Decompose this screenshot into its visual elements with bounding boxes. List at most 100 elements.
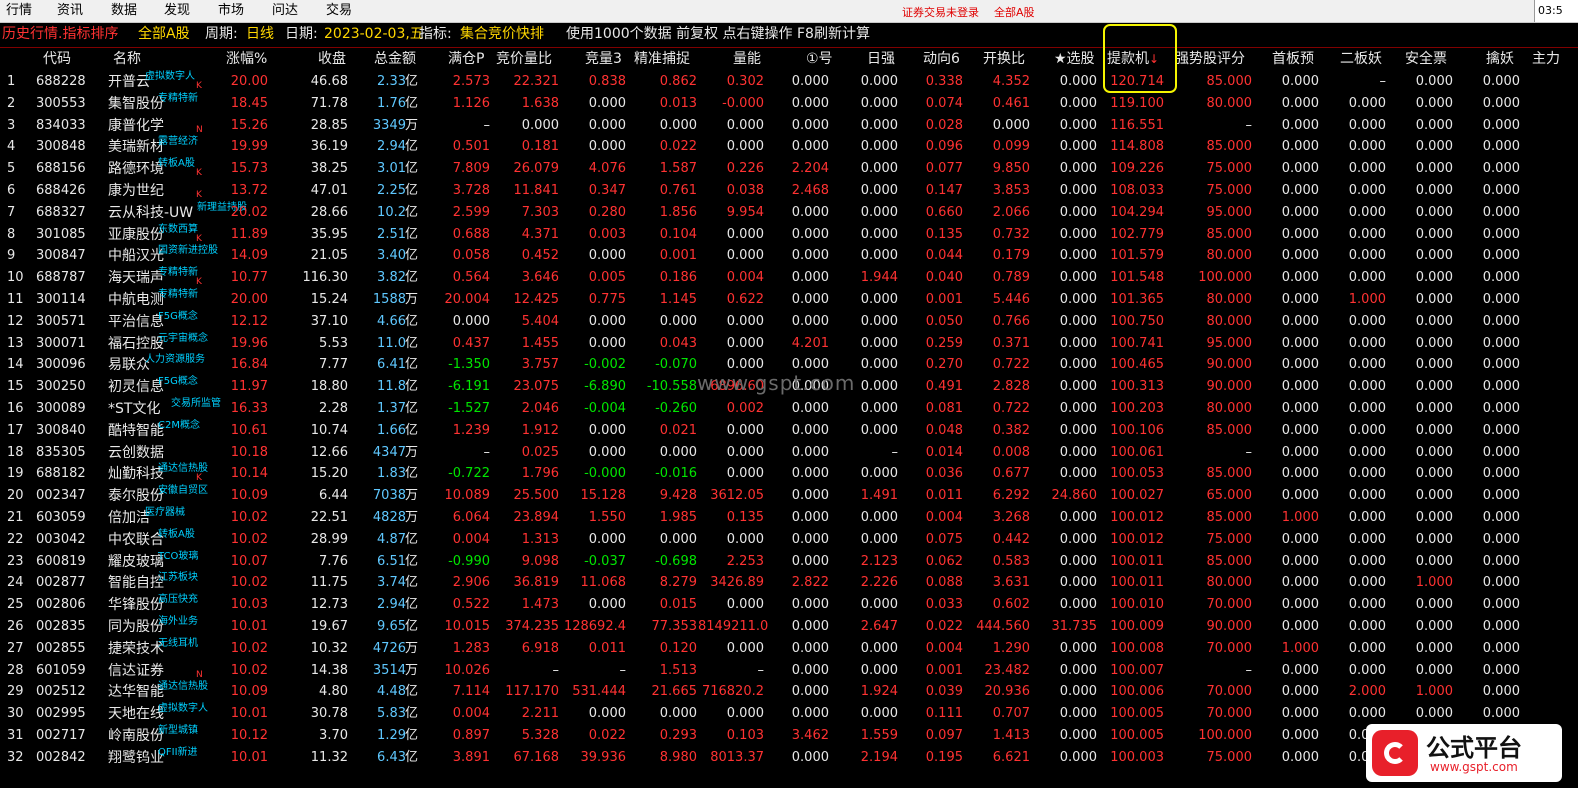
table-row[interactable]: 22 003042 中农联合 转板A股 10.02 28.99 4.87 亿 0.004 1.31… <box>0 529 1540 551</box>
concept-tag: TCO玻璃 <box>158 550 199 562</box>
col-shouban[interactable]: 首板预 <box>1272 48 1314 71</box>
table-row[interactable]: 23 600819 耀皮玻璃 TCO玻璃 10.07 7.76 6.51 亿 -0.990 9.0… <box>0 551 1540 573</box>
col-jl3[interactable]: 竞量3 <box>585 48 622 71</box>
cell-jzbz: 1.856 <box>659 204 697 220</box>
table-row[interactable]: 25 002806 华锋股份 高压快充 10.03 12.73 2.94 亿 0.522 1.47… <box>0 594 1540 616</box>
cell-jl3: 0.000 <box>588 139 626 155</box>
table-row[interactable]: 5 688156 路德环境 转板A股 K 15.73 38.25 3.01 亿 7.809 26.0… <box>0 158 1540 180</box>
col-qinyao[interactable]: 擒妖 <box>1486 48 1514 71</box>
col-amount[interactable]: 总金额 <box>374 48 416 71</box>
col-jzbz[interactable]: 精准捕捉 <box>634 48 690 71</box>
table-row[interactable]: 28 601059 信达证券 N 10.02 14.38 3514 万 10.026– –1.51… <box>0 660 1540 682</box>
cell-jjlb: 2.046 <box>521 401 559 416</box>
close-price: 21.05 <box>310 248 348 264</box>
table-row[interactable]: 29 002512 达华智能 通达信热股 10.09 4.80 4.48 亿 7.114 117.… <box>0 681 1540 703</box>
date-value[interactable]: 2023-02-03,五 <box>324 23 424 45</box>
col-name[interactable]: 名称 <box>113 48 141 71</box>
menu-item-faxian[interactable]: 发现 <box>164 3 190 19</box>
col-zhuli[interactable]: 主力 <box>1532 48 1560 71</box>
col-jjlb[interactable]: 竞价量比 <box>496 48 552 71</box>
cell-mcp: -0.990 <box>448 553 490 569</box>
concept-tag: 通达信热股 <box>158 463 208 475</box>
cell-rq: 0.000 <box>860 510 898 525</box>
cell-sbp: 0.000 <box>1281 161 1319 177</box>
menu-item-zixun[interactable]: 资讯 <box>57 3 83 19</box>
table-row[interactable]: 17 300840 酷特智能 C2M概念 10.61 10.74 1.66 亿 1.239 1.9… <box>0 420 1540 442</box>
table-row[interactable]: 31 002717 岭南股份 新型城镇 10.12 3.70 1.29 亿 0.897 5.328… <box>0 725 1540 747</box>
view-mode[interactable]: 历史行情.指标排序 <box>2 23 118 45</box>
cell-xg: 0.000 <box>1059 139 1097 155</box>
table-row[interactable]: 10 688787 海天瑞声 专精特新 K 10.77 116.30 3.82 亿 0.564 3.… <box>0 267 1540 289</box>
table-row[interactable]: 9 300847 中船汉光 国资新进控股 14.09 21.05 3.40 亿 0.058 0.4… <box>0 245 1540 267</box>
cell-mcp: -6.191 <box>448 379 490 395</box>
table-row[interactable]: 26 002835 同为股份 海外业务 10.01 19.67 9.65 亿 10.015 374… <box>0 616 1540 638</box>
table-row[interactable]: 19 688182 灿勤科技 通达信热股 K 10.14 15.20 1.83 亿 -0.722 1… <box>0 463 1540 485</box>
table-row[interactable]: 8 301085 亚康股份 东数西算 K 11.89 35.95 2.51 亿 0.688 4.37… <box>0 224 1540 246</box>
table-row[interactable]: 20 002347 泰尔股份 安徽自贸区 10.09 6.44 7038 万 10.089 25.… <box>0 485 1540 507</box>
row-index: 5 <box>7 161 16 177</box>
col-anquan[interactable]: 安全票 <box>1405 48 1447 71</box>
col-kaihuanbi[interactable]: 开换比 <box>983 48 1025 71</box>
table-row[interactable]: 3 834033 康普化学 N 15.26 28.85 3349 万 –0.000 0.000 0.… <box>0 115 1540 137</box>
cell-xg: 0.000 <box>1059 444 1097 460</box>
cell-xg: 0.000 <box>1059 74 1097 89</box>
cell-jzbz: 0.022 <box>659 139 697 155</box>
table-row[interactable]: 1 688228 开普云 虚拟数字人 K 20.00 46.68 2.33 亿 2.573 22.3… <box>0 71 1540 93</box>
col-no1[interactable]: ①号 <box>806 48 833 71</box>
col-liangneng[interactable]: 量能 <box>733 48 761 71</box>
col-change[interactable]: 涨幅% <box>226 48 267 71</box>
cell-jl3: -6.890 <box>584 379 626 395</box>
cell-tkj: 100.009 <box>1110 619 1164 634</box>
period-value[interactable]: 日线 <box>246 23 274 45</box>
table-row[interactable]: 24 002877 智能自控 江苏板块 10.02 11.75 3.74 亿 2.906 36.8… <box>0 572 1540 594</box>
concept-tag: 新型城镇 <box>158 725 198 736</box>
col-tikuanji[interactable]: 提款机↓ <box>1107 48 1159 71</box>
cell-jl3: 0.000 <box>588 444 626 460</box>
cell-dx6: 0.039 <box>925 684 963 700</box>
col-mancang[interactable]: 满仓P <box>448 48 484 71</box>
cell-n1: 0.000 <box>791 662 829 678</box>
table-row[interactable]: 18 835305 云创数据 10.18 12.66 4347 万 – 0.025 0.000 0.… <box>0 442 1540 464</box>
table-row[interactable]: 4 300848 美瑞新材 露营经济 19.99 36.19 2.94 亿 0.501 0.181… <box>0 136 1540 158</box>
cell-khb: 0.461 <box>992 95 1030 111</box>
menu-item-hangqing[interactable]: 行情 <box>6 3 32 19</box>
cell-mcp: 2.599 <box>452 204 490 220</box>
close-price: 12.73 <box>310 597 348 613</box>
change-pct: 10.09 <box>230 684 268 700</box>
cell-mcp: -1.527 <box>448 401 490 416</box>
table-row[interactable]: 12 300571 平治信息 F5G概念 12.12 37.10 4.66 亿 0.000 5.4… <box>0 311 1540 333</box>
table-row[interactable]: 7 688327 云从科技-UW 新理益持股 20.02 28.66 10.2 亿 2.599 7… <box>0 202 1540 224</box>
cell-khb: 0.583 <box>992 553 1030 569</box>
col-dongxiang6[interactable]: 动向6 <box>923 48 960 71</box>
total-amount: 3.82 <box>377 270 406 286</box>
menu-item-shuju[interactable]: 数据 <box>111 3 137 19</box>
cell-xg: 0.000 <box>1059 292 1097 307</box>
logo-url: www.gspt.com <box>1430 760 1518 774</box>
table-row[interactable]: 11 300114 中航电测 专精特新 20.00 15.24 1588 万 20.004 12.… <box>0 289 1540 311</box>
table-row[interactable]: 13 300071 福石控股 元宇宙概念 19.96 5.53 11.0 亿 0.437 1.45… <box>0 333 1540 355</box>
total-amount: 7038 <box>372 488 406 504</box>
scope-selector[interactable]: 全部A股 <box>138 23 190 45</box>
menu-item-shichang[interactable]: 市场 <box>218 3 244 19</box>
col-close[interactable]: 收盘 <box>318 48 346 71</box>
table-row[interactable]: 32 002842 翔鹭钨业 QFII新进 10.01 11.32 6.43 亿 3.891 67… <box>0 747 1540 769</box>
col-xuangu[interactable]: ★选股 <box>1054 48 1095 71</box>
table-row[interactable]: 2 300553 集智股份 专精特新 18.45 71.78 1.76 亿 1.126 1.638… <box>0 93 1540 115</box>
indicator-value[interactable]: 集合竞价快排 <box>460 23 544 45</box>
table-row[interactable]: 27 002855 捷荣技术 无线耳机 10.02 10.32 4726 万 1.283 6.91… <box>0 638 1540 660</box>
table-row[interactable]: 16 300089 *ST文化 交易所监管 16.33 2.28 1.37 亿 -1.527 2.… <box>0 398 1540 420</box>
col-code[interactable]: 代码 <box>43 48 71 71</box>
cell-sbp: 0.000 <box>1281 183 1319 198</box>
col-erbanyao[interactable]: 二板妖 <box>1340 48 1382 71</box>
menu-item-jiaoyi[interactable]: 交易 <box>326 3 352 19</box>
login-status[interactable]: 证券交易未登录 <box>902 4 979 20</box>
menu-item-wenda[interactable]: 问达 <box>272 3 298 19</box>
col-riqiang[interactable]: 日强 <box>867 48 895 71</box>
table-row[interactable]: 30 002995 天地在线 虚拟数字人 10.01 30.78 5.83 亿 0.004 2.2… <box>0 703 1540 725</box>
close-price: 11.75 <box>310 575 348 591</box>
cell-jl3: 128692.4 <box>563 619 626 634</box>
row-index: 26 <box>7 619 24 634</box>
table-row[interactable]: 21 603059 倍加洁 医疗器械 10.02 22.51 4828 万 6.064 23.89… <box>0 507 1540 529</box>
change-pct: 10.12 <box>230 728 268 743</box>
col-qiangshi[interactable]: 强势股评分 <box>1175 48 1245 71</box>
